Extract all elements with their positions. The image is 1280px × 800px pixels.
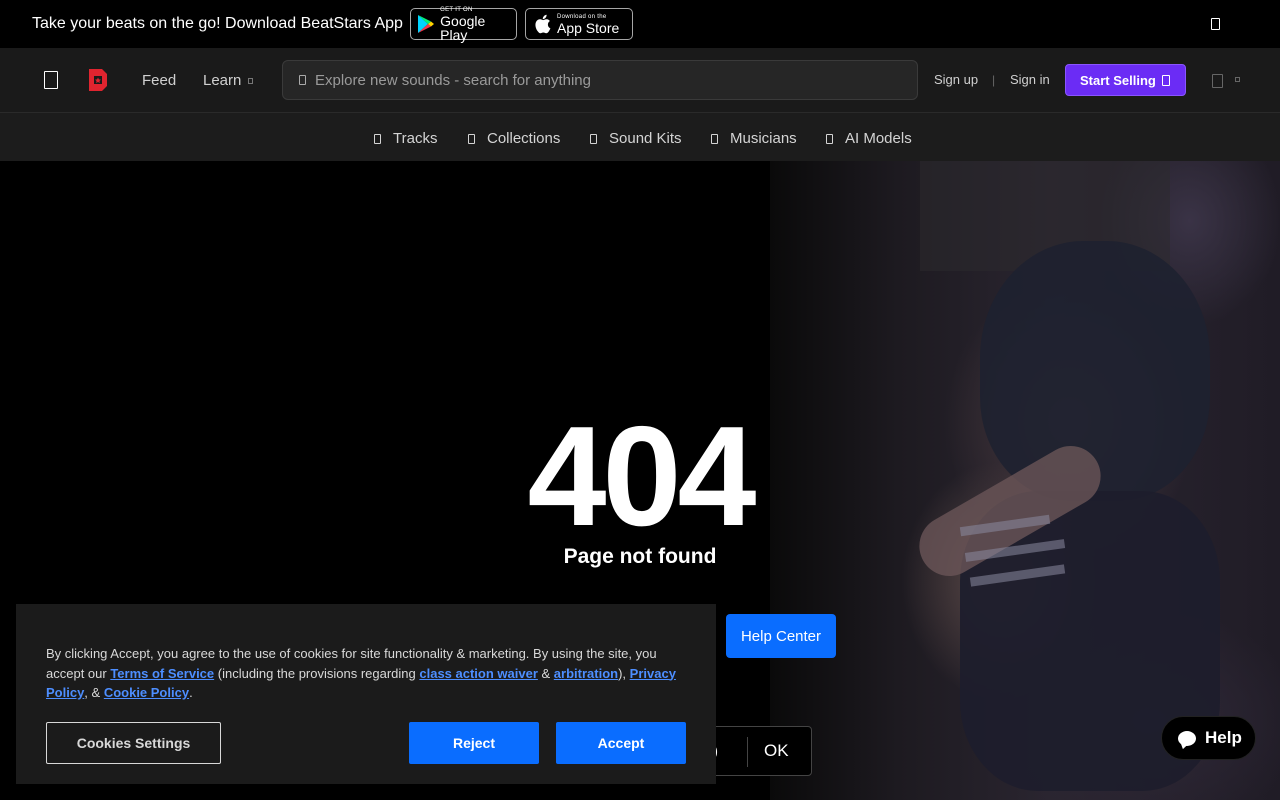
track-icon [374, 133, 381, 144]
banner-text: Take your beats on the go! Download Beat… [32, 15, 403, 32]
google-play-big: Google Play [440, 12, 486, 43]
help-label: Help [1205, 728, 1242, 747]
chevron-down-icon [248, 78, 253, 84]
cookies-settings-button[interactable]: Cookies Settings [46, 722, 221, 764]
category-ai-models[interactable]: AI Models [826, 130, 912, 147]
category-label: Collections [487, 130, 561, 147]
cart-icon[interactable] [1212, 74, 1223, 88]
cart-badge-icon [1235, 77, 1240, 82]
cookie-policy-link[interactable]: Cookie Policy [104, 685, 189, 700]
auth-separator: | [992, 73, 996, 87]
cookie-text: By clicking Accept, you agree to the use… [46, 646, 676, 700]
search-icon [299, 75, 306, 85]
app-store-badge[interactable]: Download on the App Store [525, 8, 633, 40]
signup-link[interactable]: Sign up [934, 72, 978, 87]
error-message: Page not found [563, 545, 717, 568]
apple-icon [531, 13, 553, 35]
chat-bubble-icon [1178, 730, 1196, 746]
arbitration-link[interactable]: arbitration [554, 666, 618, 681]
category-label: Musicians [730, 130, 797, 147]
category-label: AI Models [845, 130, 912, 147]
app-store-small: Download on the [557, 13, 607, 20]
signin-link[interactable]: Sign in [1010, 72, 1050, 87]
arrow-icon [1162, 75, 1170, 86]
category-sound-kits[interactable]: Sound Kits [590, 130, 682, 147]
search-bar[interactable] [282, 60, 918, 100]
terms-of-service-link[interactable]: Terms of Service [110, 666, 214, 681]
class-action-waiver-link[interactable]: class action waiver [419, 666, 538, 681]
nav-feed[interactable]: Feed [142, 72, 176, 89]
close-icon[interactable] [1211, 18, 1220, 30]
google-play-icon [416, 13, 436, 35]
start-selling-button[interactable]: Start Selling [1065, 64, 1186, 96]
cookie-consent-banner: By clicking Accept, you agree to the use… [16, 604, 716, 784]
category-collections[interactable]: Collections [468, 130, 560, 147]
nav-learn[interactable]: Learn [203, 72, 241, 89]
app-download-banner: Take your beats on the go! Download Beat… [0, 0, 1280, 48]
help-center-button[interactable]: Help Center [726, 614, 836, 658]
start-selling-label: Start Selling [1080, 72, 1156, 88]
help-widget-button[interactable]: Help [1161, 716, 1256, 760]
ai-model-icon [826, 133, 833, 144]
category-label: Sound Kits [609, 130, 682, 147]
musician-icon [711, 133, 718, 144]
google-play-badge[interactable]: GET IT ON Google Play [410, 6, 517, 43]
reject-button[interactable]: Reject [409, 722, 539, 764]
collection-icon [468, 133, 475, 144]
notice-divider [747, 737, 748, 767]
beatstars-logo[interactable] [88, 68, 108, 92]
accept-button[interactable]: Accept [556, 722, 686, 764]
category-tracks[interactable]: Tracks [374, 130, 437, 147]
main-header: Feed Learn Sign up | Sign in Start Selli… [0, 48, 1280, 112]
category-bar: Tracks Collections Sound Kits Musicians … [0, 112, 1280, 161]
category-musicians[interactable]: Musicians [711, 130, 797, 147]
menu-icon[interactable] [44, 71, 58, 89]
app-store-big: App Store [557, 19, 620, 36]
search-input[interactable] [315, 61, 905, 99]
soundkit-icon [590, 133, 597, 144]
error-code: 404 [527, 397, 757, 556]
category-label: Tracks [393, 130, 438, 147]
notice-ok-button[interactable]: OK [764, 741, 789, 761]
google-play-small: GET IT ON [440, 6, 473, 13]
